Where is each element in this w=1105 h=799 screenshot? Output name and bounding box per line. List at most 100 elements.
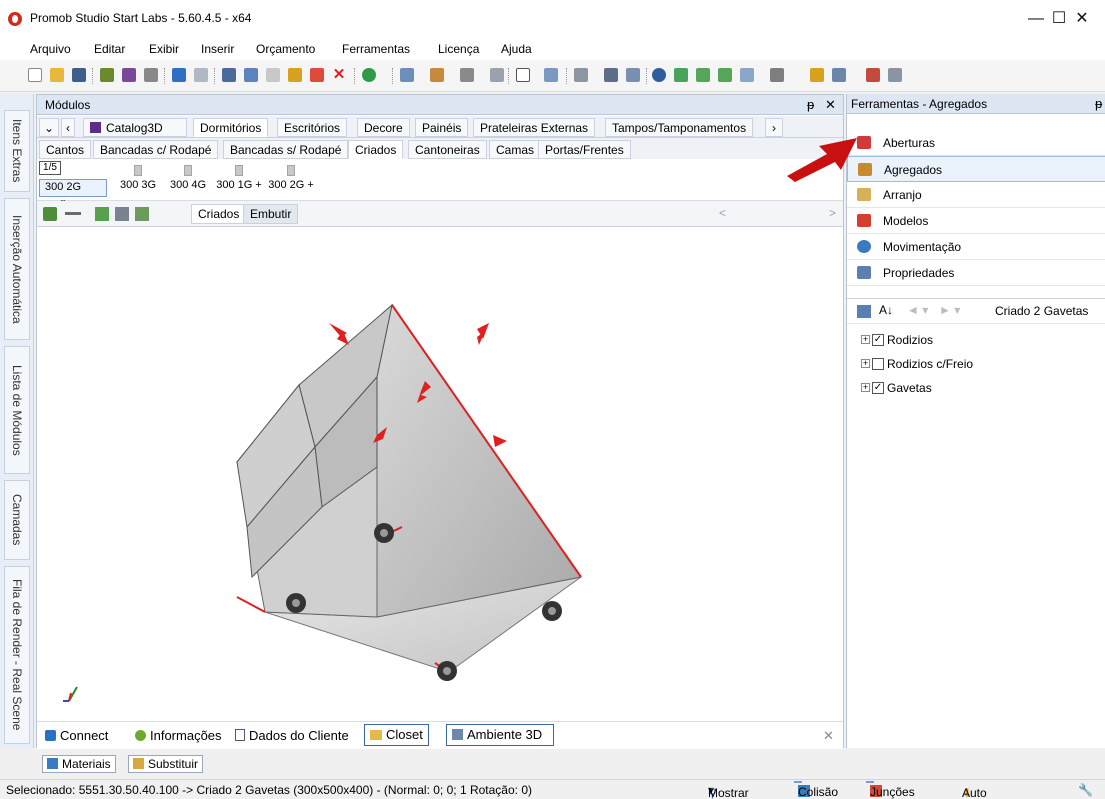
tab-camadas[interactable]: Camadas — [4, 480, 30, 560]
tab-criados[interactable]: Criados — [348, 140, 404, 159]
tab-materiais[interactable]: Materiais — [42, 755, 116, 773]
catalog-selector[interactable]: Catalog3D — [83, 118, 187, 137]
forward-arrow-icon[interactable] — [718, 68, 732, 82]
back-arrow-icon[interactable] — [696, 68, 710, 82]
insert-icon[interactable] — [95, 207, 109, 221]
tab-decore[interactable]: Decore — [357, 118, 410, 137]
tab-escritorios[interactable]: Escritórios — [277, 118, 348, 137]
bottom-tab-closet[interactable]: Closet — [364, 724, 429, 746]
lamp-icon[interactable] — [810, 68, 824, 82]
view-tab-embutir[interactable]: Embutir — [243, 204, 299, 224]
properties-icon[interactable] — [857, 305, 871, 318]
layers-icon[interactable] — [574, 68, 588, 82]
line-style-icon[interactable] — [65, 212, 81, 215]
breadcrumb[interactable]: Criado 2 Gavetas — [995, 304, 1088, 318]
thumb-300-1g-plus[interactable]: 300 1G + — [215, 165, 263, 191]
colisao-button[interactable]: Colisão — [794, 781, 838, 799]
bottom-tab-connect[interactable]: Connect — [45, 728, 108, 743]
green-tool-icon[interactable] — [674, 68, 688, 82]
tool-agregados[interactable]: Agregados — [847, 156, 1105, 182]
view-tab-criados[interactable]: Criados — [191, 204, 247, 224]
dimension-icon[interactable] — [544, 68, 558, 82]
menu-editar[interactable]: Editar — [94, 42, 125, 56]
tab-bancadas-c-rodape[interactable]: Bancadas c/ Rodapé — [93, 140, 219, 159]
cut-icon[interactable] — [222, 68, 236, 82]
menu-ajuda[interactable]: Ajuda — [501, 42, 532, 56]
box-icon[interactable] — [770, 68, 784, 82]
tab-bancadas-s-rodape[interactable]: Bancadas s/ Rodapé — [223, 140, 349, 159]
tab-camas[interactable]: Camas — [489, 140, 542, 159]
magic-wand-icon[interactable] — [288, 68, 302, 82]
tab-insercao-automatica[interactable]: Inserção Automática — [4, 198, 30, 340]
3d-view-icon[interactable] — [626, 68, 640, 82]
price-icon[interactable] — [362, 68, 376, 82]
tab-fila-de-render[interactable]: Fila de Render - Real Scene — [4, 566, 30, 744]
3d-viewport[interactable] — [37, 227, 843, 721]
maximize-button[interactable]: ☐ — [1036, 0, 1082, 38]
mostrar-button[interactable]: ⚲ Mostrar ▾ — [708, 783, 749, 799]
print-icon[interactable] — [144, 68, 158, 82]
tool-propriedades[interactable]: Propriedades — [847, 260, 1105, 286]
tab-substituir[interactable]: Substituir — [128, 755, 204, 773]
expand-icon[interactable]: + — [861, 383, 870, 392]
open-folder-icon[interactable] — [50, 68, 64, 82]
sort-az-icon[interactable]: A↓ — [879, 303, 893, 317]
resize-arrow-icon[interactable] — [329, 323, 349, 345]
menu-orcamento[interactable]: Orçamento — [256, 42, 315, 56]
thumb-300-4g[interactable]: 300 4G — [167, 165, 209, 191]
people-icon[interactable] — [866, 68, 880, 82]
tool-movimentacao[interactable]: Movimentação — [847, 234, 1105, 260]
undo-icon[interactable] — [172, 68, 186, 82]
bottom-tab-informacoes[interactable]: Informações — [135, 728, 222, 743]
layout-icon[interactable] — [400, 68, 414, 82]
resize-arrow-icon[interactable] — [477, 323, 489, 345]
tab-prateleiras-externas[interactable]: Prateleiras Externas — [473, 118, 596, 137]
catalog-icon[interactable] — [100, 68, 114, 82]
menu-inserir[interactable]: Inserir — [201, 42, 234, 56]
scroll-right-button[interactable]: › — [765, 118, 783, 137]
resize-arrow-icon[interactable] — [493, 435, 507, 447]
copy-icon[interactable] — [244, 68, 258, 82]
wrench-icon[interactable]: 🔧 — [1078, 783, 1093, 797]
pin-icon[interactable]: ᵽ — [1095, 96, 1102, 111]
select-pointer-icon[interactable] — [516, 68, 530, 82]
tab-lista-de-modulos[interactable]: Lista de Módulos — [4, 346, 30, 474]
nav-forward-icon[interactable]: ► ▾ — [939, 303, 960, 317]
delete-icon[interactable]: ✕ — [332, 67, 346, 82]
close-tab-icon[interactable]: ✕ — [823, 728, 834, 744]
render-icon[interactable] — [122, 68, 136, 82]
eye-icon[interactable] — [652, 68, 666, 82]
pin-icon[interactable]: ᵽ — [807, 97, 814, 112]
report-icon[interactable] — [888, 68, 902, 82]
catalog-home-icon[interactable] — [43, 207, 57, 221]
elevation-icon[interactable] — [604, 68, 618, 82]
tool-modelos[interactable]: Modelos — [847, 208, 1105, 234]
measure-icon[interactable] — [430, 68, 444, 82]
redo-icon[interactable] — [194, 68, 208, 82]
tab-itens-extras[interactable]: Itens Extras — [4, 110, 30, 192]
nav-back-icon[interactable]: ◄ ▾ — [907, 303, 928, 317]
binoculars-icon[interactable] — [115, 207, 129, 221]
tab-tampos-tamponamentos[interactable]: Tampos/Tamponamentos — [605, 118, 754, 137]
tab-portas-frentes[interactable]: Portas/Frentes — [538, 140, 631, 159]
menu-exibir[interactable]: Exibir — [149, 42, 179, 56]
checkbox-rodizios-c-freio[interactable] — [872, 358, 884, 370]
expand-icon[interactable]: + — [861, 335, 870, 344]
checkbox-gavetas[interactable]: ✓ — [872, 382, 884, 394]
image-icon[interactable] — [832, 68, 846, 82]
juncoes-button[interactable]: Junções — [866, 781, 915, 799]
tab-dormitorios[interactable]: Dormitórios — [193, 118, 269, 137]
paint-icon[interactable] — [310, 68, 324, 82]
shape-icon[interactable] — [460, 68, 474, 82]
close-pane-icon[interactable]: ✕ — [825, 97, 836, 113]
new-file-icon[interactable] — [28, 68, 42, 82]
scroll-left-button[interactable]: ‹ — [61, 118, 75, 137]
thumb-300-3g[interactable]: 300 3G — [117, 165, 159, 191]
menu-licenca[interactable]: Licença — [438, 42, 479, 56]
checkbox-rodizios[interactable]: ✓ — [872, 334, 884, 346]
panel-icon[interactable] — [740, 68, 754, 82]
menu-arquivo[interactable]: Arquivo — [30, 42, 71, 56]
dropdown-chevron-icon[interactable]: ⌄ — [39, 118, 60, 137]
tab-cantos[interactable]: Cantos — [39, 140, 92, 159]
tab-cantoneiras[interactable]: Cantoneiras — [408, 140, 487, 159]
